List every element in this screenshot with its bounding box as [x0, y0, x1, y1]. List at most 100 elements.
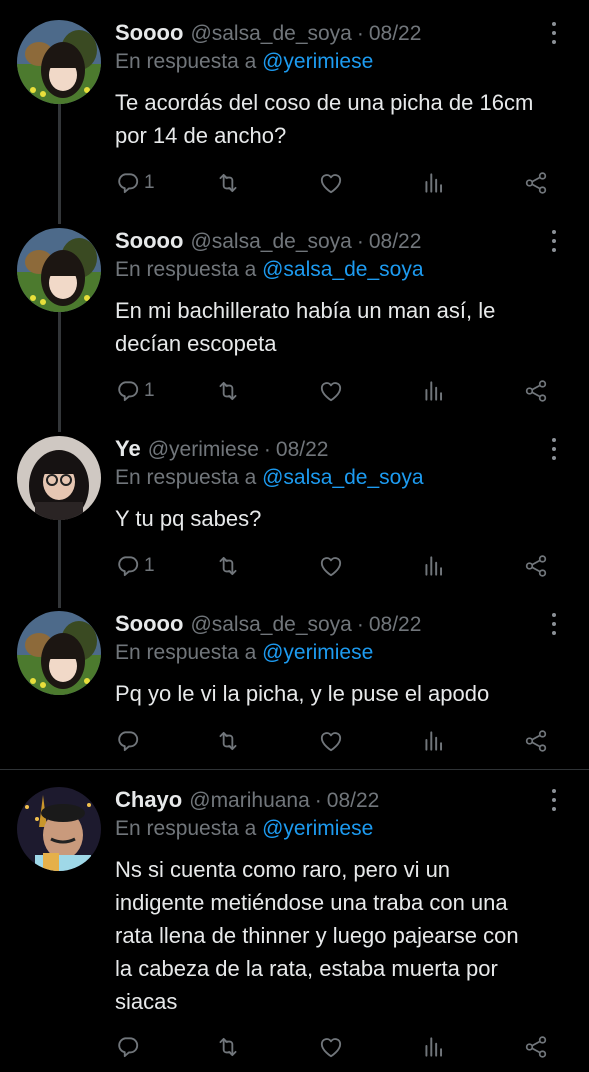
reply-context: En respuesta a @yerimiese: [115, 50, 373, 74]
action-bar: [115, 1032, 563, 1062]
reply-button[interactable]: [115, 1032, 141, 1062]
tweet-date[interactable]: 08/22: [369, 613, 422, 637]
retweet-icon: [215, 378, 241, 404]
like-button[interactable]: [318, 1032, 344, 1062]
views-button[interactable]: [421, 376, 447, 406]
text-line: la cabeza de la rata, estaba muerta por: [115, 956, 498, 981]
display-name[interactable]: Soooo: [115, 20, 183, 46]
avatar[interactable]: [17, 436, 101, 520]
views-button[interactable]: [421, 1032, 447, 1062]
share-button[interactable]: [523, 551, 549, 581]
retweet-icon: [215, 553, 241, 579]
share-button[interactable]: [523, 168, 549, 198]
views-button[interactable]: [421, 168, 447, 198]
reply-button[interactable]: 1: [115, 551, 155, 581]
text-line: por 14 de ancho?: [115, 123, 287, 148]
display-name[interactable]: Ye: [115, 436, 141, 462]
tweet-header: Soooo @salsa_de_soya · 08/22: [115, 20, 421, 50]
mention-link[interactable]: @salsa_de_soya: [262, 466, 423, 489]
views-button[interactable]: [421, 726, 447, 756]
action-bar: 1: [115, 551, 563, 581]
avatar[interactable]: [17, 787, 101, 871]
user-handle[interactable]: @salsa_de_soya: [190, 230, 351, 254]
reply-prefix: En respuesta a: [115, 641, 257, 664]
reply-icon: [115, 728, 141, 754]
retweet-button[interactable]: [215, 168, 241, 198]
reply-context: En respuesta a @salsa_de_soya: [115, 466, 424, 490]
action-bar: [115, 726, 563, 756]
retweet-icon: [215, 170, 241, 196]
analytics-icon: [421, 170, 447, 196]
avatar[interactable]: [17, 228, 101, 312]
user-handle[interactable]: @yerimiese: [148, 438, 259, 462]
mention-link[interactable]: @yerimiese: [262, 641, 373, 664]
display-name[interactable]: Chayo: [115, 787, 182, 813]
tweet-item[interactable]: Chayo @marihuana · 08/22 En respuesta a …: [0, 787, 589, 1072]
retweet-button[interactable]: [215, 551, 241, 581]
tweet-item[interactable]: Soooo @salsa_de_soya · 08/22 En respuest…: [0, 20, 589, 215]
reply-context: En respuesta a @salsa_de_soya: [115, 258, 424, 282]
avatar[interactable]: [17, 20, 101, 104]
like-button[interactable]: [318, 551, 344, 581]
reply-button[interactable]: [115, 726, 141, 756]
share-button[interactable]: [523, 376, 549, 406]
user-handle[interactable]: @salsa_de_soya: [190, 613, 351, 637]
text-line: rata llena de thinner y luego pajearse c…: [115, 923, 519, 948]
text-line: En mi bachillerato había un man así, le: [115, 298, 496, 323]
separator-dot: ·: [356, 613, 364, 636]
display-name[interactable]: Soooo: [115, 611, 183, 637]
action-bar: 1: [115, 376, 563, 406]
tweet-item[interactable]: Soooo @salsa_de_soya · 08/22 En respuest…: [0, 228, 589, 423]
reply-button[interactable]: 1: [115, 376, 155, 406]
more-options-icon[interactable]: [543, 438, 565, 460]
more-options-icon[interactable]: [543, 613, 565, 635]
avatar[interactable]: [17, 611, 101, 695]
retweet-button[interactable]: [215, 726, 241, 756]
tweet-date[interactable]: 08/22: [369, 230, 422, 254]
like-button[interactable]: [318, 168, 344, 198]
action-bar: 1: [115, 168, 563, 198]
mention-link[interactable]: @salsa_de_soya: [262, 258, 423, 281]
views-button[interactable]: [421, 551, 447, 581]
more-options-icon[interactable]: [543, 230, 565, 252]
analytics-icon: [421, 1034, 447, 1060]
tweet-date[interactable]: 08/22: [276, 438, 329, 462]
mention-link[interactable]: @yerimiese: [262, 817, 373, 840]
heart-icon: [318, 728, 344, 754]
more-options-icon[interactable]: [543, 789, 565, 811]
reply-context: En respuesta a @yerimiese: [115, 817, 373, 841]
tweet-header: Soooo @salsa_de_soya · 08/22: [115, 611, 421, 641]
tweet-header: Chayo @marihuana · 08/22: [115, 787, 379, 817]
reply-count: 1: [144, 380, 155, 401]
like-button[interactable]: [318, 376, 344, 406]
heart-icon: [318, 170, 344, 196]
more-options-icon[interactable]: [543, 22, 565, 44]
tweet-date[interactable]: 08/22: [327, 789, 380, 813]
share-icon: [523, 170, 549, 196]
tweet-header: Soooo @salsa_de_soya · 08/22: [115, 228, 421, 258]
tweet-text: Te acordás del coso de una picha de 16cm…: [115, 86, 565, 152]
share-icon: [523, 728, 549, 754]
tweet-date[interactable]: 08/22: [369, 22, 422, 46]
text-line: Te acordás del coso de una picha de 16cm: [115, 90, 534, 115]
user-handle[interactable]: @salsa_de_soya: [190, 22, 351, 46]
text-line: siacas: [115, 989, 178, 1014]
separator-dot: ·: [263, 438, 271, 461]
reply-button[interactable]: 1: [115, 168, 155, 198]
separator-dot: ·: [314, 789, 322, 812]
heart-icon: [318, 378, 344, 404]
retweet-button[interactable]: [215, 376, 241, 406]
display-name[interactable]: Soooo: [115, 228, 183, 254]
reply-prefix: En respuesta a: [115, 466, 257, 489]
analytics-icon: [421, 728, 447, 754]
retweet-icon: [215, 728, 241, 754]
tweet-item[interactable]: Ye @yerimiese · 08/22 En respuesta a @sa…: [0, 436, 589, 596]
mention-link[interactable]: @yerimiese: [262, 50, 373, 73]
share-button[interactable]: [523, 1032, 549, 1062]
retweet-button[interactable]: [215, 1032, 241, 1062]
reply-count: 1: [144, 172, 155, 193]
tweet-item[interactable]: Soooo @salsa_de_soya · 08/22 En respuest…: [0, 611, 589, 761]
share-button[interactable]: [523, 726, 549, 756]
user-handle[interactable]: @marihuana: [189, 789, 310, 813]
like-button[interactable]: [318, 726, 344, 756]
